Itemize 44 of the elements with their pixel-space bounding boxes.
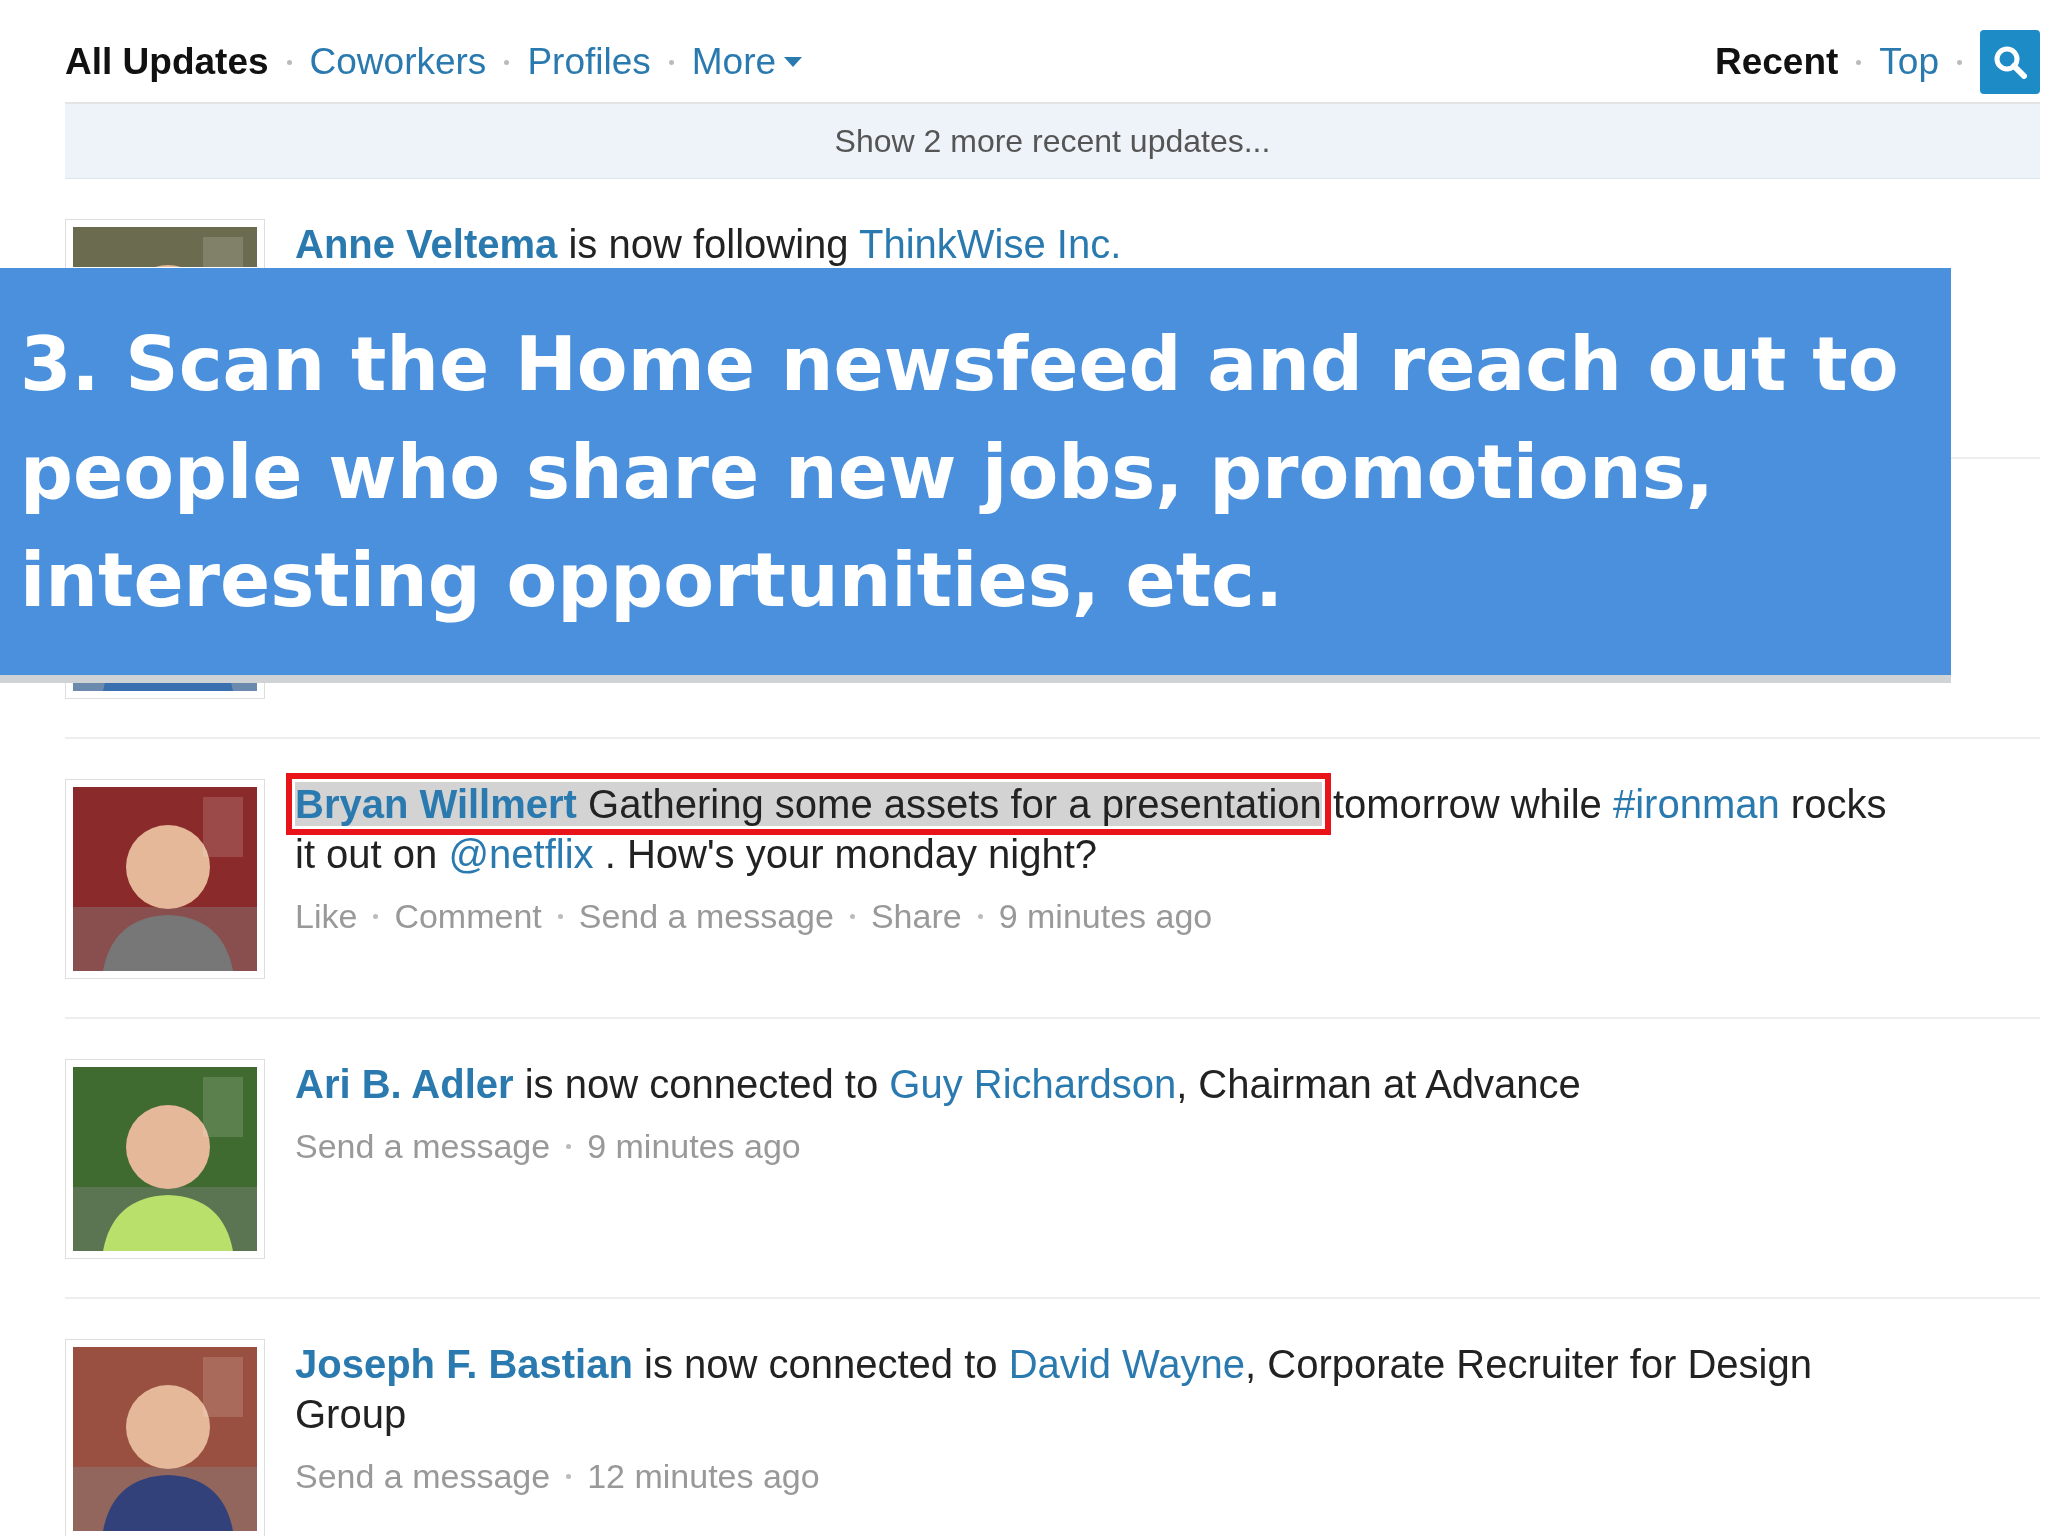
caption-text: 3. Scan the Home newsfeed and reach out to people who share new jobs, promotions, interesting opportunities, etc. — [20, 319, 1900, 625]
separator-dot — [566, 1144, 572, 1149]
search-button[interactable] — [1980, 30, 2040, 94]
action-link[interactable]: Like — [295, 897, 358, 936]
action-link[interactable]: Comment — [394, 897, 542, 936]
separator-dot — [566, 1474, 572, 1479]
post-text: Bryan Willmert Gathering some assets for a presentation tomorrow while #ironman rocks it out on @netflix . How's your monday night? — [295, 781, 1888, 878]
link[interactable]: Guy Richardson — [889, 1062, 1177, 1106]
search-icon — [1993, 45, 2027, 79]
link[interactable]: #ironman — [1613, 782, 1780, 826]
caret-icon — [784, 57, 803, 67]
separator-dot — [504, 59, 510, 65]
action-link[interactable]: Send a message — [295, 1457, 551, 1496]
show-more-bar[interactable]: Show 2 more recent updates... — [65, 104, 2040, 179]
timestamp: 9 minutes ago — [587, 1127, 801, 1166]
post-text: Ari B. Adler is now connected to Guy Richardson, Chairman at Advance — [295, 1061, 1582, 1108]
timestamp: 12 minutes ago — [587, 1457, 820, 1496]
separator-dot — [286, 59, 292, 65]
post-text: Anne Veltema is now following ThinkWise Inc. — [295, 221, 1123, 268]
user-link[interactable]: Anne Veltema — [295, 222, 558, 266]
filter-tab[interactable]: All Updates — [65, 41, 269, 83]
post-text: Joseph F. Bastian is now connected to David Wayne, Corporate Recruiter for Design Group — [295, 1341, 1813, 1438]
separator-dot — [1856, 59, 1862, 65]
separator-dot — [849, 914, 855, 919]
link[interactable]: @netflix — [448, 832, 594, 876]
separator-dot — [557, 914, 563, 919]
filter-tab[interactable]: Profiles — [527, 41, 651, 83]
action-link[interactable]: Share — [870, 897, 962, 936]
separator-dot — [1957, 59, 1962, 65]
user-link[interactable]: Joseph F. Bastian — [295, 1342, 633, 1386]
sort-tab[interactable]: Recent — [1714, 41, 1839, 83]
action-link[interactable]: Send a message — [295, 1127, 551, 1166]
link[interactable]: David Wayne — [1008, 1342, 1246, 1386]
link[interactable]: ThinkWise Inc. — [858, 222, 1122, 266]
user-link[interactable]: Bryan Willmert — [295, 782, 577, 826]
separator-dot — [373, 914, 379, 919]
separator-dot — [668, 59, 674, 65]
action-link[interactable]: Send a message — [578, 897, 834, 936]
sort-tab[interactable]: Top — [1879, 41, 1939, 83]
filter-tab[interactable]: Coworkers — [309, 41, 487, 83]
separator-dot — [977, 914, 983, 919]
user-link[interactable]: Ari B. Adler — [295, 1062, 514, 1106]
timestamp: 9 minutes ago — [998, 897, 1213, 936]
filter-tab[interactable]: More — [691, 41, 803, 83]
